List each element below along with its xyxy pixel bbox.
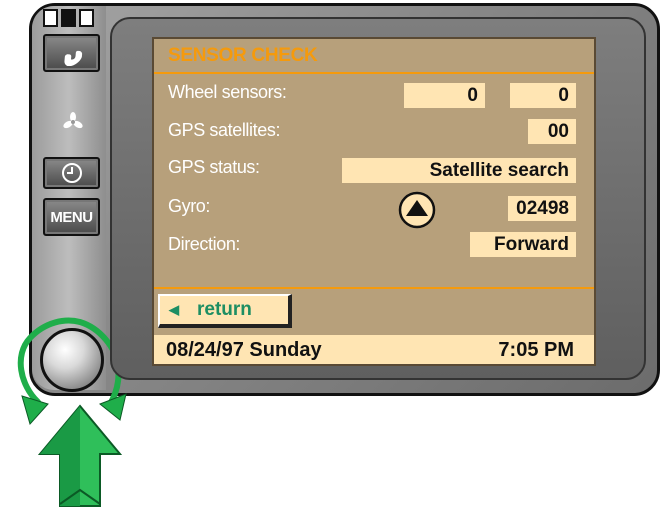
push-arrow xyxy=(38,404,122,507)
left-arrow-icon: ◀ xyxy=(169,302,179,317)
return-button-label: return xyxy=(197,299,252,320)
indicator-light xyxy=(79,9,94,27)
phone-button[interactable] xyxy=(43,34,100,72)
wheel-sensor-right-value: 0 xyxy=(510,83,576,108)
divider xyxy=(154,72,594,74)
return-button[interactable]: ◀ return xyxy=(158,294,292,328)
direction-value: Forward xyxy=(470,232,576,257)
wheel-sensor-left-value: 0 xyxy=(404,83,485,108)
indicator-light xyxy=(43,9,58,27)
menu-button[interactable]: MENU xyxy=(43,198,100,236)
gps-status-label: GPS status: xyxy=(168,157,260,177)
clock-icon xyxy=(61,163,82,183)
clock-button[interactable] xyxy=(43,157,100,189)
indicator-light-active xyxy=(61,9,76,27)
rotary-knob[interactable] xyxy=(40,328,104,392)
gps-satellites-label: GPS satellites: xyxy=(168,120,281,140)
gyro-label: Gyro: xyxy=(168,196,211,216)
gyro-value: 02498 xyxy=(508,196,576,221)
indicator-lights xyxy=(43,9,99,27)
gps-satellites-value: 00 xyxy=(528,119,576,144)
direction-label: Direction: xyxy=(168,234,241,254)
display-screen: SENSOR CHECK Wheel sensors: 0 0 GPS sate… xyxy=(152,37,596,366)
phone-icon xyxy=(63,50,82,66)
wheel-sensors-label: Wheel sensors: xyxy=(168,82,287,102)
gyro-icon xyxy=(398,191,436,229)
status-bar: 08/24/97 Sunday 7:05 PM xyxy=(154,335,594,364)
fan-icon[interactable] xyxy=(63,112,83,132)
menu-button-label: MENU xyxy=(50,208,93,226)
page-title: SENSOR CHECK xyxy=(168,45,318,66)
status-date: 08/24/97 Sunday xyxy=(166,339,322,361)
gps-status-value: Satellite search xyxy=(342,158,576,183)
divider xyxy=(154,287,594,289)
status-time: 7:05 PM xyxy=(498,339,574,361)
